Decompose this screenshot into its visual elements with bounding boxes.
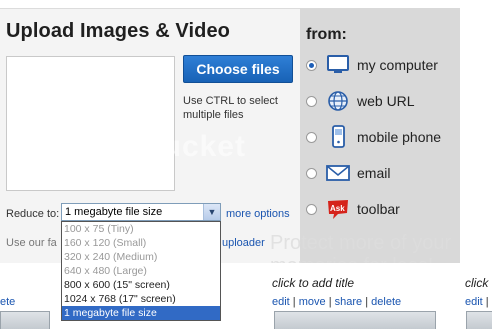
radio-button[interactable] — [306, 60, 317, 71]
thumbnail[interactable] — [0, 311, 50, 329]
radio-button[interactable] — [306, 96, 317, 107]
reduce-select[interactable]: 1 megabyte file size ▼ — [61, 203, 221, 221]
more-options-link[interactable]: more options — [226, 208, 290, 220]
thumbnail[interactable] — [274, 311, 436, 329]
dropdown-option[interactable]: 1024 x 768 (17" screen) — [62, 292, 220, 306]
svg-text:Ask: Ask — [330, 204, 345, 213]
dropdown-option[interactable]: 800 x 600 (15" screen) — [62, 278, 220, 292]
radio-button[interactable] — [306, 204, 317, 215]
monitor-icon — [325, 53, 351, 77]
delete-link[interactable]: ete — [0, 296, 15, 308]
source-my-computer[interactable]: my computer — [306, 53, 438, 77]
choose-files-button[interactable]: Choose files — [183, 55, 293, 83]
card2-title[interactable]: click to add title — [272, 276, 354, 290]
dropdown-option-selected[interactable]: 1 megabyte file size — [62, 306, 220, 320]
edit-link[interactable]: edit — [465, 296, 483, 308]
phone-icon — [325, 125, 351, 149]
thumbnail[interactable] — [466, 311, 492, 329]
use-uploader-text: Use our fa — [6, 237, 57, 249]
reduce-select-value: 1 megabyte file size — [65, 206, 162, 218]
share-link[interactable]: share — [335, 296, 363, 308]
envelope-icon — [325, 161, 351, 185]
card1-actions: ete — [0, 296, 15, 308]
source-email[interactable]: email — [306, 161, 390, 185]
reduce-dropdown-list[interactable]: 100 x 75 (Tiny) 160 x 120 (Small) 320 x … — [61, 221, 221, 321]
source-label: web URL — [357, 93, 415, 109]
move-link[interactable]: move — [299, 296, 326, 308]
preview-area — [6, 56, 175, 191]
source-web-url[interactable]: web URL — [306, 89, 415, 113]
chevron-down-icon[interactable]: ▼ — [203, 204, 220, 220]
dropdown-option[interactable]: 640 x 480 (Large) — [62, 264, 220, 278]
source-label: my computer — [357, 57, 438, 73]
page-title: Upload Images & Video — [6, 20, 230, 43]
card3-title[interactable]: click — [465, 276, 488, 290]
edit-link[interactable]: edit — [272, 296, 290, 308]
globe-icon — [325, 89, 351, 113]
from-label: from: — [306, 26, 347, 44]
uploader-link[interactable]: uploader — [222, 237, 265, 249]
delete-link[interactable]: delete — [371, 296, 401, 308]
dropdown-option[interactable]: 160 x 120 (Small) — [62, 236, 220, 250]
reduce-label: Reduce to: — [6, 208, 59, 220]
dropdown-option[interactable]: 100 x 75 (Tiny) — [62, 222, 220, 236]
source-label: toolbar — [357, 201, 400, 217]
dropdown-option[interactable]: 320 x 240 (Medium) — [62, 250, 220, 264]
card2-actions: edit | move | share | delete — [272, 296, 401, 308]
radio-button[interactable] — [306, 168, 317, 179]
ask-logo-icon: Ask — [325, 197, 351, 221]
source-label: mobile phone — [357, 129, 441, 145]
card3-actions: edit | mo — [465, 296, 492, 308]
source-label: email — [357, 165, 390, 181]
radio-button[interactable] — [306, 132, 317, 143]
source-mobile-phone[interactable]: mobile phone — [306, 125, 441, 149]
ctrl-hint-text: Use CTRL to select multiple files — [183, 94, 293, 122]
source-toolbar[interactable]: Ask toolbar — [306, 197, 400, 221]
